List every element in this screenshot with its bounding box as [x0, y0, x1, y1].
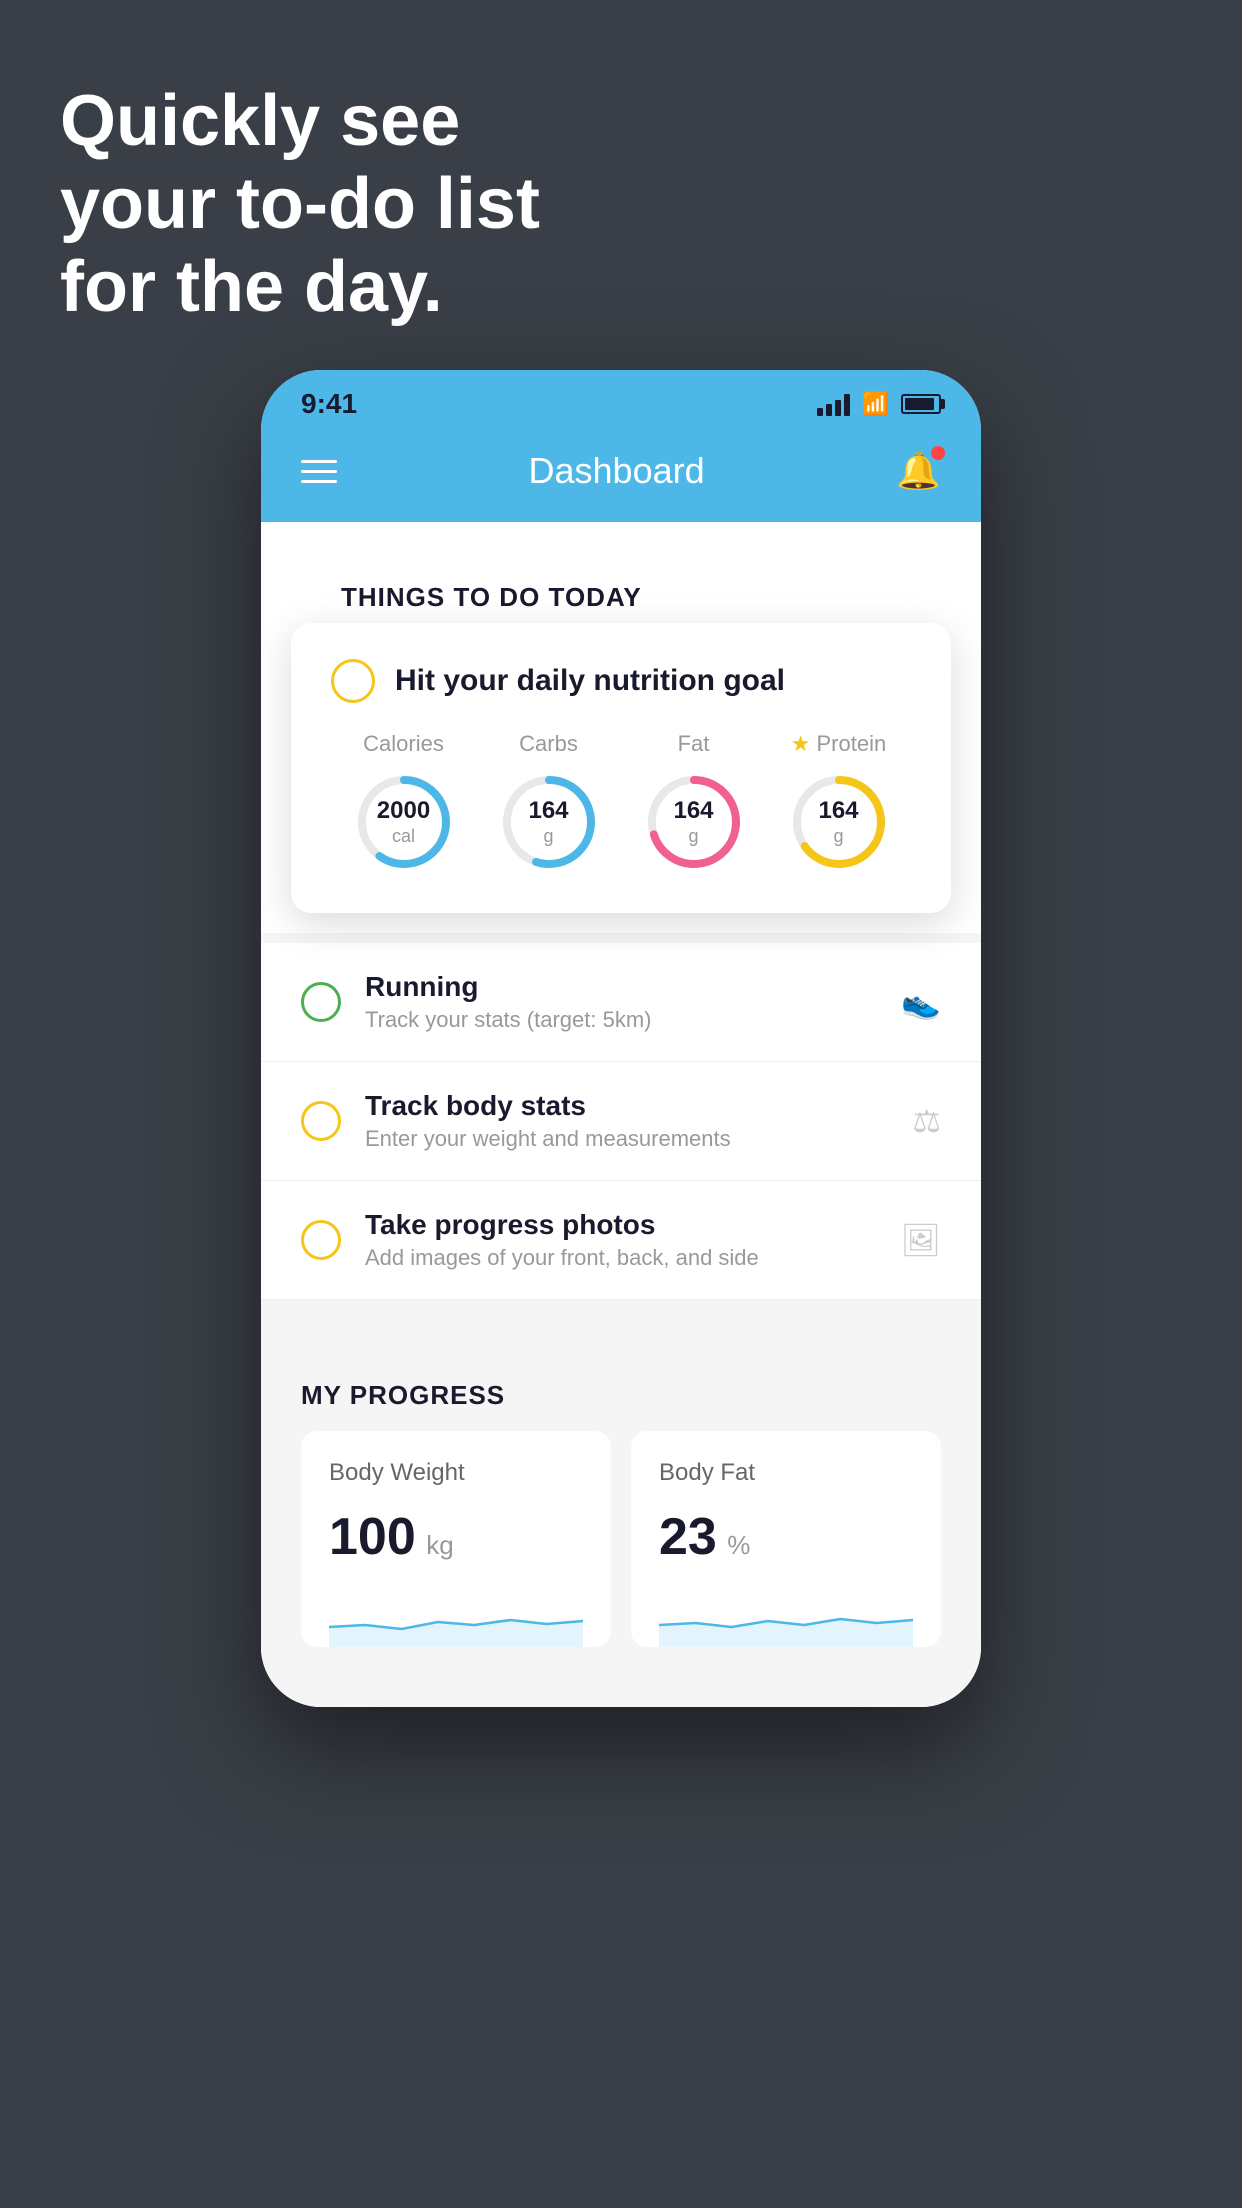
- nutrition-fat: Fat 164 g: [639, 731, 749, 877]
- body-fat-sparkline: [659, 1587, 913, 1647]
- body-fat-unit: %: [727, 1530, 750, 1560]
- progress-cards: Body Weight 100 kg Body Fat: [301, 1431, 941, 1647]
- scale-icon: ⚖: [912, 1102, 941, 1140]
- todo-text-body-stats: Track body stats Enter your weight and m…: [365, 1090, 888, 1152]
- body-fat-card[interactable]: Body Fat 23 %: [631, 1431, 941, 1647]
- body-fat-value: 23: [659, 1508, 717, 1566]
- todo-text-running: Running Track your stats (target: 5km): [365, 971, 877, 1033]
- notification-button[interactable]: 🔔: [896, 450, 941, 492]
- status-time: 9:41: [301, 388, 357, 420]
- status-bar: 9:41 📶: [261, 370, 981, 430]
- todo-circle-running: [301, 982, 341, 1022]
- menu-button[interactable]: [301, 460, 337, 483]
- body-weight-title: Body Weight: [329, 1459, 583, 1487]
- calories-label: Calories: [363, 731, 444, 757]
- hero-text: Quickly see your to-do list for the day.: [60, 80, 540, 328]
- carbs-label: Carbs: [519, 731, 578, 757]
- nutrition-circles: Calories 2000 cal: [331, 731, 911, 877]
- todo-text-photos: Take progress photos Add images of your …: [365, 1209, 876, 1271]
- body-weight-value: 100: [329, 1508, 416, 1566]
- battery-icon: [901, 394, 941, 414]
- star-icon: ★: [791, 731, 811, 757]
- todo-list: Running Track your stats (target: 5km) 👟…: [261, 943, 981, 1300]
- wifi-icon: 📶: [862, 391, 889, 417]
- protein-ring: 164 g: [784, 767, 894, 877]
- calories-ring: 2000 cal: [349, 767, 459, 877]
- signal-icon: [817, 392, 850, 416]
- body-fat-title: Body Fat: [659, 1459, 913, 1487]
- protein-label: ★ Protein: [791, 731, 886, 757]
- todo-item-photos[interactable]: Take progress photos Add images of your …: [261, 1181, 981, 1300]
- todo-circle-photos: [301, 1220, 341, 1260]
- progress-section-title: MY PROGRESS: [301, 1380, 941, 1411]
- nutrition-card[interactable]: Hit your daily nutrition goal Calories: [291, 623, 951, 913]
- section-title-todo: THINGS TO DO TODAY: [301, 552, 941, 623]
- body-weight-card[interactable]: Body Weight 100 kg: [301, 1431, 611, 1647]
- notification-badge: [931, 446, 945, 460]
- status-icons: 📶: [817, 391, 941, 417]
- progress-section: MY PROGRESS Body Weight 100 kg: [261, 1340, 981, 1667]
- todo-item-body-stats[interactable]: Track body stats Enter your weight and m…: [261, 1062, 981, 1181]
- photo-icon: 🖼: [900, 1221, 941, 1259]
- carbs-ring: 164 g: [494, 767, 604, 877]
- todo-circle-nutrition: [331, 659, 375, 703]
- app-header: Dashboard 🔔: [261, 430, 981, 522]
- nutrition-protein: ★ Protein 164 g: [784, 731, 894, 877]
- fat-ring: 164 g: [639, 767, 749, 877]
- running-icon: 👟: [901, 983, 941, 1021]
- todo-circle-body-stats: [301, 1101, 341, 1141]
- body-weight-sparkline: [329, 1587, 583, 1647]
- nutrition-card-title: Hit your daily nutrition goal: [395, 664, 785, 698]
- fat-label: Fat: [678, 731, 710, 757]
- content-area: THINGS TO DO TODAY Hit your daily nutrit…: [261, 522, 981, 1707]
- body-weight-unit: kg: [426, 1530, 453, 1560]
- header-title: Dashboard: [529, 450, 705, 492]
- nutrition-calories: Calories 2000 cal: [349, 731, 459, 877]
- nutrition-carbs: Carbs 164 g: [494, 731, 604, 877]
- phone-mockup: 9:41 📶 Dashboard 🔔 THINGS TO DO TODAY: [261, 370, 981, 1707]
- todo-item-running[interactable]: Running Track your stats (target: 5km) 👟: [261, 943, 981, 1062]
